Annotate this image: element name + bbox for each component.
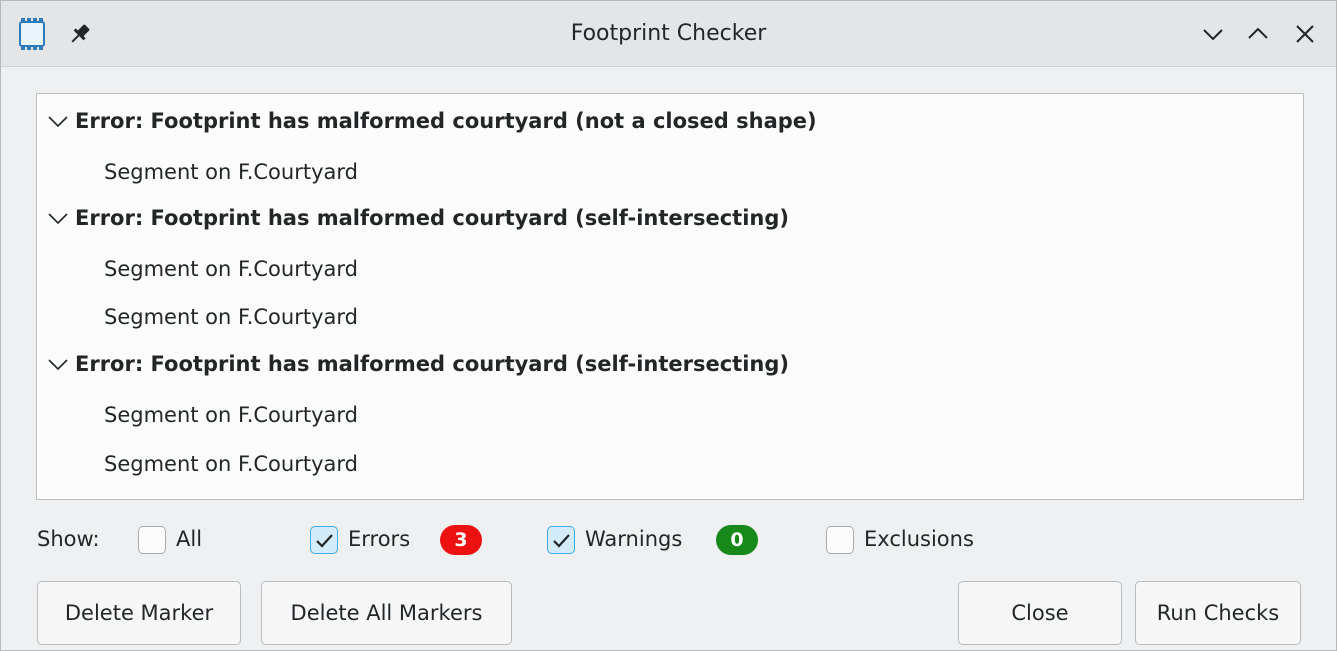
chevron-down-icon[interactable] <box>45 108 71 134</box>
errors-count-badge: 3 <box>440 525 482 555</box>
marker-group[interactable]: Error: Footprint has malformed courtyard… <box>37 196 1303 240</box>
chevron-down-icon <box>1203 29 1223 41</box>
chevron-down-icon[interactable] <box>45 205 71 231</box>
checkmark-icon <box>553 534 570 548</box>
close-icon <box>1296 25 1314 43</box>
exclusions-checkbox[interactable]: Exclusions <box>826 523 996 557</box>
chevron-down-icon[interactable] <box>45 351 71 377</box>
checkbox-box[interactable] <box>547 526 575 554</box>
delete-all-markers-button[interactable]: Delete All Markers <box>261 581 512 645</box>
checkmark-icon <box>316 534 333 548</box>
marker-item[interactable]: Segment on F.Courtyard <box>37 391 1303 435</box>
marker-group-label: Error: Footprint has malformed courtyard… <box>75 352 789 376</box>
marker-item[interactable]: Segment on F.Courtyard <box>37 148 1303 192</box>
delete-marker-button[interactable]: Delete Marker <box>37 581 241 645</box>
exclusions-label: Exclusions <box>864 527 974 551</box>
close-window-button[interactable] <box>1291 20 1319 48</box>
marker-item-label: Segment on F.Courtyard <box>104 305 358 329</box>
checkbox-box[interactable] <box>826 526 854 554</box>
all-label: All <box>176 527 203 551</box>
marker-group[interactable]: Error: Footprint has malformed courtyard… <box>37 99 1303 143</box>
marker-group-label: Error: Footprint has malformed courtyard… <box>75 109 817 133</box>
marker-group-label: Error: Footprint has malformed courtyard… <box>75 206 789 230</box>
marker-item[interactable]: Segment on F.Courtyard <box>37 440 1303 484</box>
checkbox-box[interactable] <box>310 526 338 554</box>
run-checks-button[interactable]: Run Checks <box>1135 581 1301 645</box>
marker-item-label: Segment on F.Courtyard <box>104 403 358 427</box>
warnings-count-badge: 0 <box>716 525 758 555</box>
marker-item[interactable]: Segment on F.Courtyard <box>37 245 1303 289</box>
minimize-button[interactable] <box>1199 20 1227 48</box>
warnings-label: Warnings <box>585 527 683 551</box>
close-button[interactable]: Close <box>958 581 1122 645</box>
marker-item-label: Segment on F.Courtyard <box>104 257 358 281</box>
chevron-up-icon <box>1248 27 1268 39</box>
title-bar: Footprint Checker <box>1 1 1336 67</box>
marker-item[interactable]: Segment on F.Courtyard <box>37 293 1303 337</box>
marker-item-label: Segment on F.Courtyard <box>104 452 358 476</box>
maximize-button[interactable] <box>1244 20 1272 48</box>
marker-item-label: Segment on F.Courtyard <box>104 160 358 184</box>
marker-tree[interactable]: Error: Footprint has malformed courtyard… <box>36 93 1304 500</box>
all-checkbox[interactable]: All <box>138 523 218 557</box>
show-label: Show: <box>37 527 100 551</box>
footprint-checker-dialog: Footprint Checker Error: Footprint has m… <box>0 0 1337 651</box>
errors-label: Errors <box>348 527 411 551</box>
checkbox-box[interactable] <box>138 526 166 554</box>
window-title: Footprint Checker <box>570 21 767 46</box>
marker-group[interactable]: Error: Footprint has malformed courtyard… <box>37 342 1303 386</box>
